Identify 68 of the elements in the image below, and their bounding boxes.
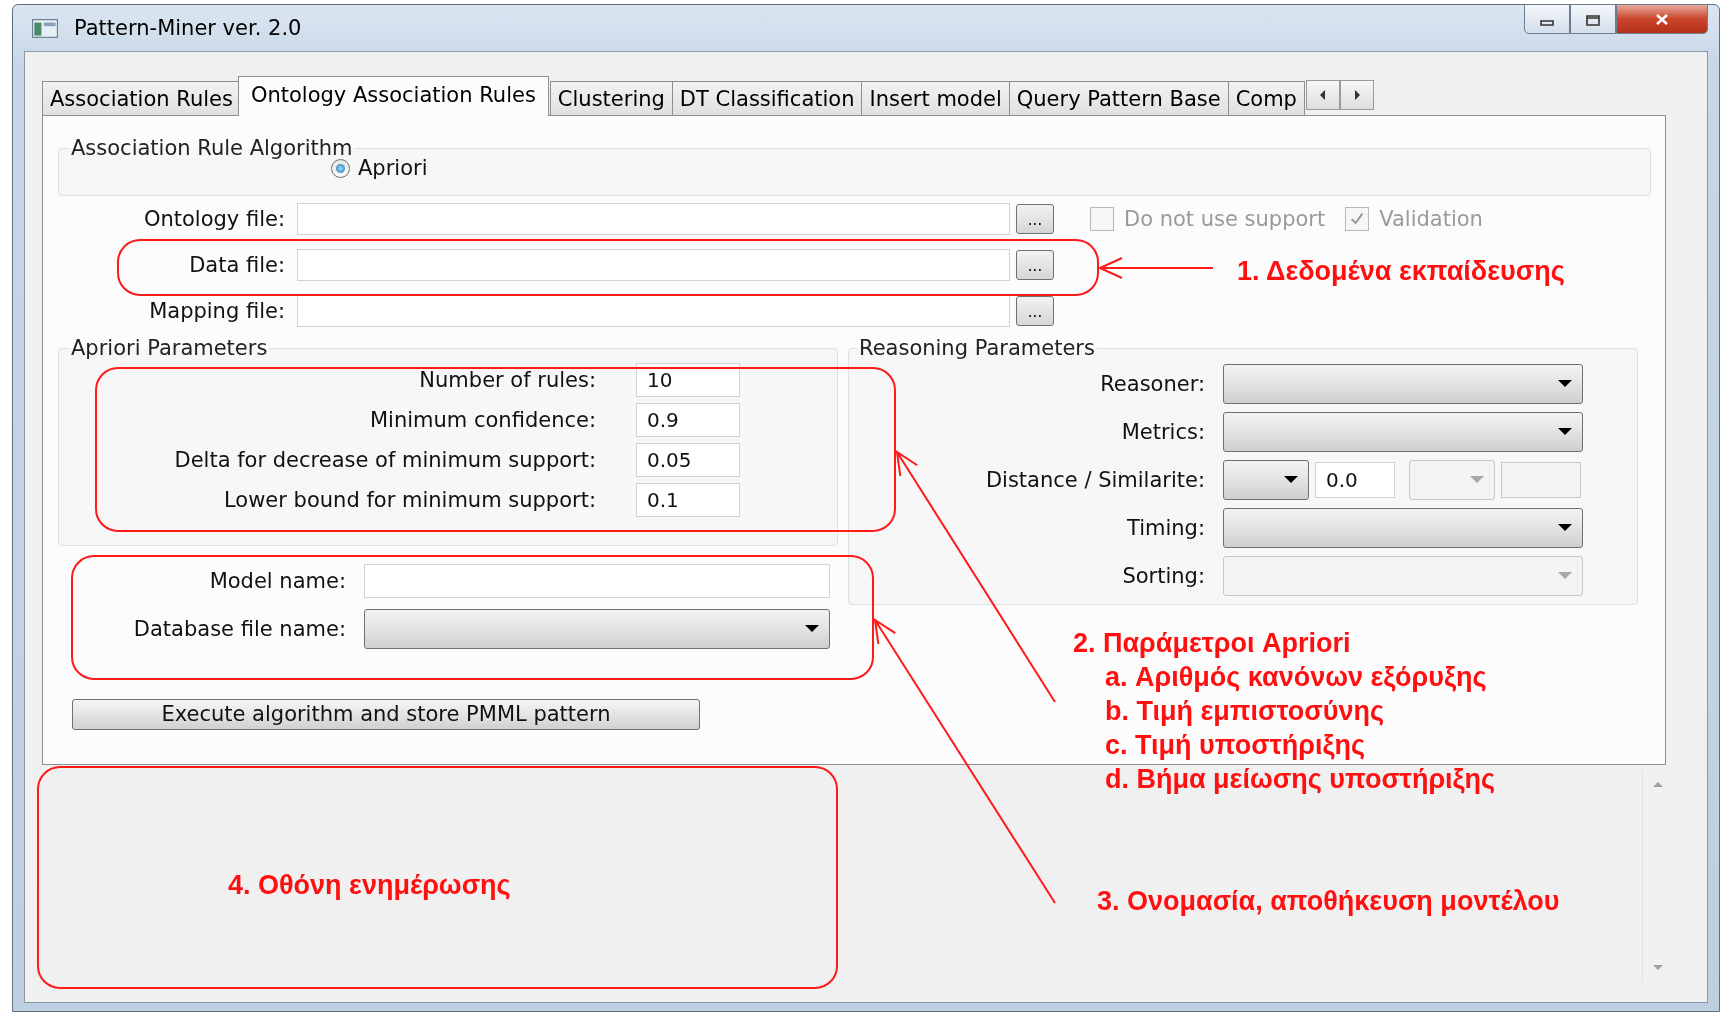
tab[interactable]: Association Rules [42,81,241,116]
annotation-text: a. Αριθμός κανόνων εξόρυξης [1104,661,1488,694]
caret-icon [1284,476,1298,484]
field-label: Sorting: [1122,564,1205,588]
minimize-icon [1540,20,1554,26]
input-field[interactable] [297,249,1010,281]
window-title: Pattern-Miner ver. 2.0 [74,16,302,40]
radio-button[interactable] [331,158,350,178]
annotation-text: 1. Δεδομένα εκπαίδευσης [1237,255,1565,288]
caret-icon [805,625,819,633]
browse-button[interactable]: ... [1016,204,1054,234]
radio-label[interactable]: Apriori [358,156,428,180]
caret-icon [1470,476,1484,484]
field-label: Delta for decrease of minimum support: [174,448,596,472]
scroll-left-button[interactable] [1305,80,1340,110]
minimize-button[interactable] [1524,4,1570,34]
field-label: Minimum confidence: [369,408,596,432]
field-label: Mapping file: [149,299,285,323]
checkmark-icon [1349,211,1366,227]
caret-icon [1558,428,1572,436]
close-button[interactable] [1616,4,1708,34]
input-field[interactable] [364,564,830,598]
execute-button[interactable]: Execute algorithm and store PMML pattern [72,699,700,730]
input-field[interactable] [297,203,1010,235]
caret-icon [1558,380,1572,388]
tab[interactable]: Comp [1227,81,1305,116]
annotation-text: 3. Ονομασία, αποθήκευση μοντέλου [1097,885,1560,918]
group-title: Reasoning Parameters [858,336,1096,360]
field-label: Distance / Similarite: [985,468,1205,492]
caret-icon [1558,572,1572,580]
input-field[interactable]: 0.1 [636,483,740,517]
field-label: Reasoner: [1100,372,1205,396]
tab[interactable]: Ontology Association Rules [237,76,549,116]
dropdown[interactable] [1223,412,1583,452]
tab[interactable]: Insert model [861,81,1010,116]
annotation-text: d. Βήμα μείωσης υποστήριξης [1104,763,1496,796]
group-title: Apriori Parameters [70,336,269,360]
field-label: Timing: [1126,516,1205,540]
field-label: Number of rules: [419,368,596,392]
input-field[interactable] [297,295,1010,327]
annotation-text: b. Τιμή εμπιστοσύνης [1104,695,1386,728]
tab[interactable]: Query Pattern Base [1008,81,1229,116]
annotation-text: c. Τιμή υποστήριξης [1104,729,1366,762]
tab[interactable]: DT Classification [671,81,863,116]
input-field[interactable]: 0.9 [636,403,740,437]
dropdown[interactable] [364,609,830,649]
input-field[interactable]: 0.05 [636,443,740,477]
input-field[interactable]: 0.0 [1315,462,1395,498]
field-label: Data file: [189,253,285,277]
browse-button[interactable]: ... [1016,296,1054,326]
scroll-right-button[interactable] [1339,80,1374,110]
tab[interactable]: Clustering [549,81,673,116]
dropdown[interactable] [1223,508,1583,548]
field-label: Database file name: [133,617,346,641]
browse-button[interactable]: ... [1016,250,1054,280]
dropdown[interactable] [1223,364,1583,404]
app-icon [32,18,58,38]
annotation-text: 4. Οθόνη ενημέρωσης [228,869,511,902]
input-field[interactable]: 10 [636,363,740,397]
field-label: Lower bound for minimum support: [224,488,596,512]
caret-icon [1558,524,1572,532]
field-label: Model name: [209,569,346,593]
field-label: Ontology file: [143,207,285,231]
annotation-text: 2. Παράμετροι Apriori [1073,627,1352,660]
field-label: Metrics: [1121,420,1205,444]
group-title: Association Rule Algorithm [70,136,354,160]
maximize-button[interactable] [1570,4,1616,34]
dropdown[interactable] [1223,460,1309,500]
